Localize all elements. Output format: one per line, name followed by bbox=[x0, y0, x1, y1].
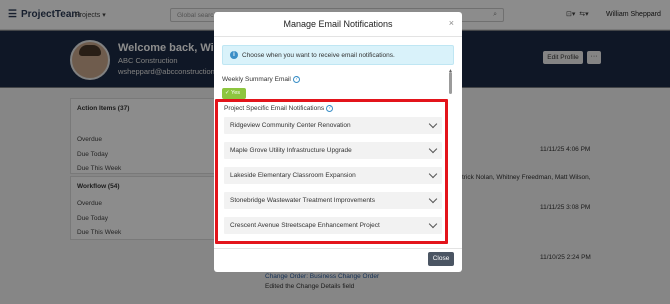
dialog-title: Manage Email Notifications bbox=[283, 19, 393, 29]
chevron-down-icon bbox=[428, 219, 438, 229]
close-button[interactable]: Close bbox=[428, 252, 454, 266]
project-section-label: Project Specific Email Notifications? bbox=[224, 105, 334, 112]
info-text: Choose when you want to receive email no… bbox=[242, 52, 395, 59]
chevron-down-icon bbox=[428, 119, 438, 129]
info-alert: i Choose when you want to receive email … bbox=[222, 45, 454, 65]
close-icon[interactable]: × bbox=[449, 18, 454, 28]
project-accordion-item[interactable]: Crescent Avenue Streetscape Enhancement … bbox=[224, 217, 442, 234]
manage-email-notifications-dialog: Manage Email Notifications × i Choose wh… bbox=[214, 12, 462, 272]
project-name: Lakeside Elementary Classroom Expansion bbox=[230, 172, 356, 179]
scrollbar[interactable] bbox=[449, 72, 452, 94]
project-accordion-item[interactable]: Maple Grove Utility Infrastructure Upgra… bbox=[224, 142, 442, 159]
check-icon: ✓ bbox=[225, 90, 230, 96]
chevron-down-icon bbox=[428, 169, 438, 179]
weekly-summary-toggle[interactable]: ✓ Yes bbox=[222, 88, 246, 99]
project-accordion-item[interactable]: Stonebridge Wastewater Treatment Improve… bbox=[224, 192, 442, 209]
project-name: Crescent Avenue Streetscape Enhancement … bbox=[230, 222, 380, 229]
project-name: Maple Grove Utility Infrastructure Upgra… bbox=[230, 147, 352, 154]
info-icon: i bbox=[230, 51, 238, 59]
project-accordion-item[interactable]: Ridgeview Community Center Renovation bbox=[224, 117, 442, 134]
weekly-summary-label: Weekly Summary Email? bbox=[222, 76, 300, 83]
project-name: Stonebridge Wastewater Treatment Improve… bbox=[230, 197, 375, 204]
chevron-down-icon bbox=[428, 144, 438, 154]
project-accordion-item[interactable]: Lakeside Elementary Classroom Expansion bbox=[224, 167, 442, 184]
help-icon[interactable]: ? bbox=[292, 76, 300, 83]
chevron-down-icon bbox=[428, 194, 438, 204]
project-notifications-section: Project Specific Email Notifications? Ri… bbox=[215, 99, 448, 244]
help-icon[interactable]: ? bbox=[326, 105, 334, 112]
project-name: Ridgeview Community Center Renovation bbox=[230, 122, 351, 129]
divider bbox=[214, 248, 462, 249]
divider bbox=[214, 36, 462, 37]
